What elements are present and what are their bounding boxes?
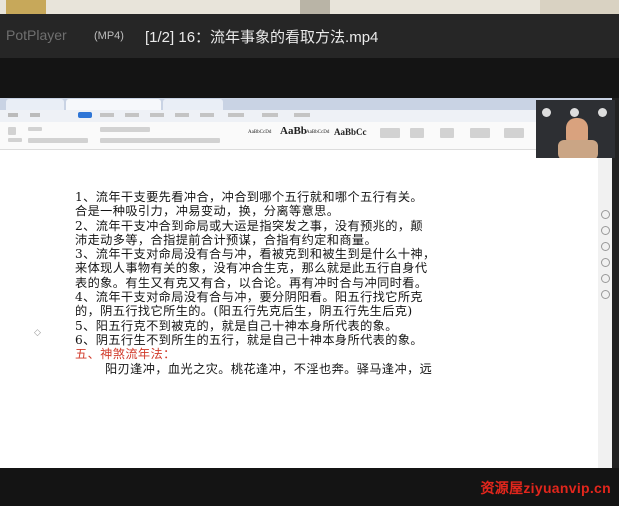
presenter-body <box>558 140 598 158</box>
style-heading3: AaBbCc <box>334 127 367 137</box>
menu-row <box>0 110 612 122</box>
browser-tabs <box>0 98 612 110</box>
style-normal: AaBbCcDd <box>248 130 272 135</box>
desktop-thumbnail <box>6 0 46 14</box>
margin-marker-icon: ◇ <box>34 328 41 338</box>
style-heading2: AaBbCcDd <box>306 130 330 135</box>
desktop-thumbnail <box>540 0 619 14</box>
doc-line: 4、流年干支对命局没有合与冲，要分阴阳看。阳五行找它所克 <box>75 290 424 305</box>
video-area[interactable]: AaBbCcDd AaBb AaBbCcDd AaBbCc 1、流年干支要先看冲… <box>0 58 619 506</box>
browser-tab <box>66 99 161 110</box>
doc-line: 阳刃逢冲，血光之灾。桃花逢冲，不淫也奔。驿马逢冲，远 <box>105 361 433 376</box>
settings-icon[interactable] <box>598 108 607 117</box>
doc-line: 2、流年干支冲合到命局或大运是指突发之事，没有预兆的，颠 <box>75 218 424 233</box>
style-heading1: AaBb <box>280 125 307 137</box>
media-title: [1/2] 16：流年事象的看取方法.mp4 <box>145 29 379 46</box>
sidebar-tool-icon[interactable] <box>601 226 610 235</box>
media-format: (MP4) <box>94 30 124 42</box>
site-watermark: 资源屋ziyuanvip.cn <box>480 480 611 496</box>
document-text: 1、流年干支要先看冲合，冲合到哪个五行就和哪个五行有关。 合是一种吸引力，冲易变… <box>75 190 495 376</box>
recorded-screen: AaBbCcDd AaBb AaBbCcDd AaBbCc 1、流年干支要先看冲… <box>0 98 612 468</box>
document-page[interactable]: 1、流年干支要先看冲合，冲合到哪个五行就和哪个五行有关。 合是一种吸引力，冲易变… <box>0 150 598 468</box>
right-sidebar[interactable] <box>598 150 612 468</box>
sidebar-tool-icon[interactable] <box>601 290 610 299</box>
sidebar-tool-icon[interactable] <box>601 258 610 267</box>
doc-line: 的，阴五行找它所生的。(阳五行先克后生，阴五行先生后克) <box>75 304 413 319</box>
doc-line: 5、阳五行克不到被克的，就是自己十神本身所代表的象。 <box>75 318 398 333</box>
record-icon[interactable] <box>570 108 579 117</box>
webcam-overlay <box>536 100 615 158</box>
doc-line: 3、流年干支对命局没有合与冲，看被克到和被生到是什么十神， <box>75 247 436 262</box>
doc-line: 1、流年干支要先看冲合，冲合到哪个五行就和哪个五行有关。 <box>75 190 424 204</box>
player-brand: PotPlayer <box>6 27 67 43</box>
sidebar-tool-icon[interactable] <box>601 210 610 219</box>
doc-line: 6、阴五行生不到所生的五行，就是自己十神本身所代表的象。 <box>75 332 424 347</box>
doc-line: 合是一种吸引力，冲易变动，换，分离等意思。 <box>75 204 340 219</box>
doc-line: 来体现人事物有关的象，没有冲合生克，那么就是此五行自身代 <box>75 261 428 276</box>
player-title-bar[interactable]: PotPlayer (MP4) [1/2] 16：流年事象的看取方法.mp4 <box>0 14 619 58</box>
section-heading: 五、神煞流年法： <box>75 347 176 362</box>
browser-tab <box>6 99 64 110</box>
desktop-strip <box>0 0 619 14</box>
ribbon-toolbar: AaBbCcDd AaBb AaBbCcDd AaBbCc <box>0 122 612 150</box>
doc-line: 沛走动多等，合指提前合计预谋，合指有约定和商量。 <box>75 232 378 247</box>
camera-icon[interactable] <box>542 108 551 117</box>
doc-line: 表的象。有生又有克又有合，以合论。再有冲时合与冲同时看。 <box>75 275 428 290</box>
browser-tab <box>163 99 223 110</box>
sidebar-tool-icon[interactable] <box>601 242 610 251</box>
desktop-thumbnail <box>300 0 330 14</box>
sidebar-tool-icon[interactable] <box>601 274 610 283</box>
